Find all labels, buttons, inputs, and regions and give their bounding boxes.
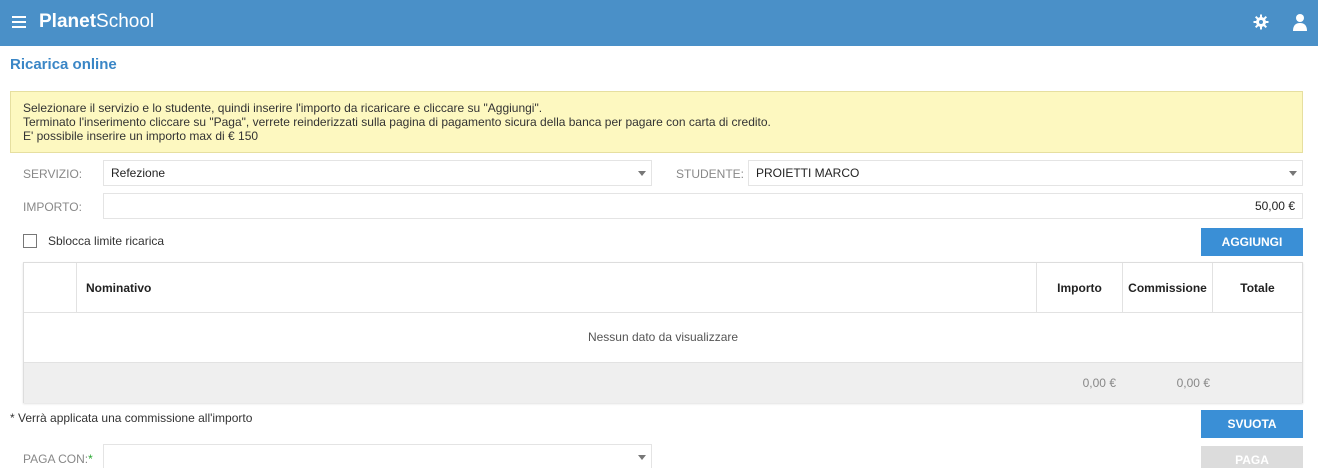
grid-select-column[interactable] (24, 263, 76, 313)
paga-con-select[interactable] (103, 444, 652, 468)
paga-button[interactable]: PAGA (1201, 446, 1303, 468)
studente-label: STUDENTE: (676, 167, 745, 181)
servizio-label: SERVIZIO: (23, 167, 83, 181)
brand-bold-text: Planet (39, 11, 97, 32)
brand-logo[interactable]: PlanetSchool (39, 10, 154, 34)
grid-footer: 0,00 € 0,00 € (24, 362, 1302, 403)
studente-value: PROIETTI MARCO (756, 166, 860, 180)
chevron-down-icon (1289, 171, 1297, 176)
chevron-down-icon (638, 171, 646, 176)
sblocca-limite-label[interactable]: Sblocca limite ricarica (48, 234, 164, 248)
instructions-line-2: Terminato l'inserimento cliccare su "Pag… (23, 115, 771, 129)
footer-importo-total: 0,00 € (1082, 376, 1116, 390)
column-importo[interactable]: Importo (1036, 263, 1122, 313)
gear-icon[interactable] (1253, 14, 1269, 30)
instructions-line-1: Selezionare il servizio e lo studente, q… (23, 101, 543, 115)
footer-commissione-total: 0,00 € (1176, 376, 1210, 390)
aggiungi-button[interactable]: AGGIUNGI (1201, 228, 1303, 256)
top-app-bar: PlanetSchool (0, 0, 1318, 46)
user-icon[interactable] (1292, 13, 1308, 31)
column-totale[interactable]: Totale (1212, 263, 1302, 313)
brand-light-text: School (96, 11, 155, 32)
paga-con-label: PAGA CON:* (23, 452, 93, 466)
importo-label: IMPORTO: (23, 200, 82, 214)
studente-select[interactable]: PROIETTI MARCO (748, 160, 1303, 186)
instructions-line-3: E' possibile inserire un importo max di … (23, 129, 259, 143)
grid-empty-message: Nessun dato da visualizzare (587, 330, 739, 344)
svuota-button[interactable]: SVUOTA (1201, 410, 1303, 438)
hamburger-menu-icon[interactable] (12, 16, 26, 28)
grid-header: Nominativo Importo Commissione Totale (24, 263, 1302, 313)
required-asterisk: * (88, 452, 93, 466)
importo-input[interactable]: 50,00 € (103, 193, 1303, 219)
paga-con-label-text: PAGA CON: (23, 452, 89, 466)
column-nominativo[interactable]: Nominativo (76, 263, 1036, 313)
servizio-select[interactable]: Refezione (103, 160, 652, 186)
ricariche-grid: Nominativo Importo Commissione Totale Ne… (23, 262, 1303, 403)
commission-note: * Verrà applicata una commissione all'im… (10, 411, 253, 425)
instructions-box: Selezionare il servizio e lo studente, q… (10, 91, 1303, 153)
sblocca-limite-checkbox[interactable] (23, 234, 37, 248)
servizio-value: Refezione (111, 166, 166, 180)
chevron-down-icon (638, 455, 646, 460)
column-commissione[interactable]: Commissione (1122, 263, 1212, 313)
page-title: Ricarica online (10, 56, 117, 73)
